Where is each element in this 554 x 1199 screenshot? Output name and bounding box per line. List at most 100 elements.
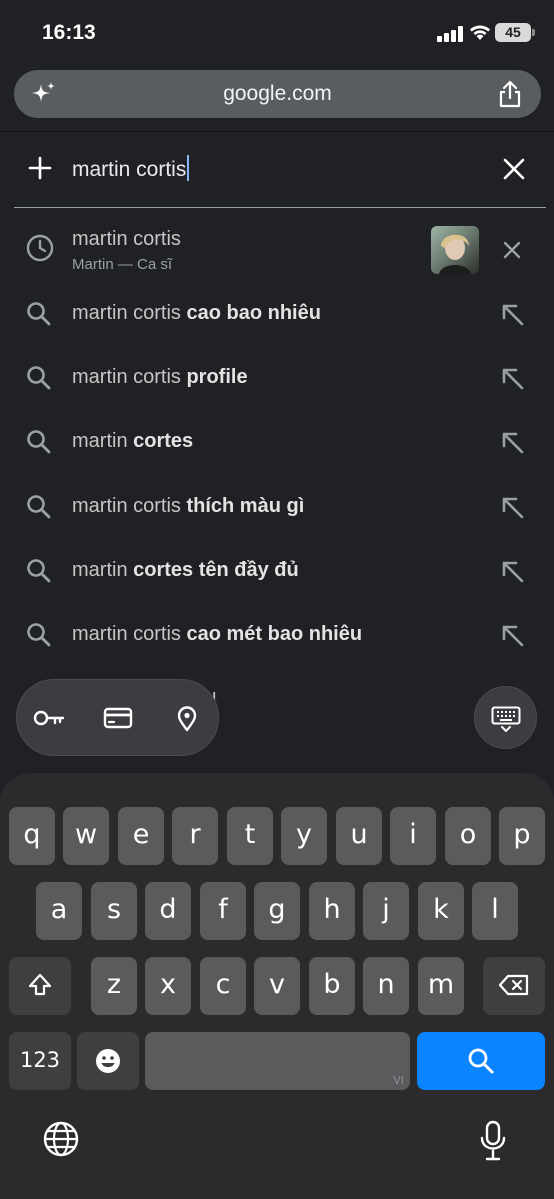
keyboard-language-label: VI bbox=[393, 1074, 404, 1087]
search-query: martin cortis bbox=[72, 158, 187, 181]
key-q[interactable]: q bbox=[9, 807, 55, 865]
key-w[interactable]: w bbox=[63, 807, 109, 865]
space-key[interactable]: VI bbox=[145, 1032, 410, 1090]
credit-card-icon[interactable] bbox=[103, 706, 133, 730]
close-icon[interactable] bbox=[502, 157, 526, 181]
clock-icon bbox=[26, 234, 54, 262]
key-z[interactable]: z bbox=[91, 957, 137, 1015]
fill-query-arrow-icon[interactable] bbox=[500, 430, 526, 456]
suggestion-prefix: martin bbox=[72, 559, 134, 581]
suggestion-text: martin cortis cao mét bao nhiêu bbox=[72, 623, 362, 646]
search-icon bbox=[27, 430, 51, 454]
suggestion-item[interactable]: martin cortis cao mét bao nhiêu bbox=[0, 603, 554, 667]
key-v[interactable]: v bbox=[254, 957, 300, 1015]
suggestion-completion: cao bao nhiêu bbox=[186, 302, 321, 324]
key-l[interactable]: l bbox=[472, 882, 518, 940]
key-m[interactable]: m bbox=[418, 957, 464, 1015]
history-subtitle: Martin — Ca sĩ bbox=[72, 256, 173, 273]
search-icon bbox=[27, 366, 51, 390]
divider bbox=[0, 131, 554, 132]
autofill-bar bbox=[16, 679, 219, 756]
search-icon bbox=[468, 1048, 494, 1074]
key-e[interactable]: e bbox=[118, 807, 164, 865]
search-input[interactable]: martin cortis bbox=[72, 155, 190, 182]
backspace-key[interactable] bbox=[483, 957, 545, 1015]
key-s[interactable]: s bbox=[91, 882, 137, 940]
numbers-key[interactable]: 123 bbox=[9, 1032, 71, 1090]
wifi-icon bbox=[470, 25, 490, 40]
suggestion-item[interactable]: martin cortes tên đầy đủ bbox=[0, 539, 554, 603]
key-n[interactable]: n bbox=[363, 957, 409, 1015]
suggestion-item[interactable]: martin cortis thích màu gì bbox=[0, 475, 554, 539]
suggestion-completion: cortes bbox=[133, 430, 194, 452]
key-c[interactable]: c bbox=[200, 957, 246, 1015]
search-icon bbox=[27, 559, 51, 583]
shift-icon bbox=[28, 973, 52, 996]
suggestion-completion: profile bbox=[186, 366, 248, 388]
suggestion-text: martin cortis cao bao nhiêu bbox=[72, 302, 321, 325]
key-a[interactable]: a bbox=[36, 882, 82, 940]
search-key[interactable] bbox=[417, 1032, 545, 1090]
key-t[interactable]: t bbox=[227, 807, 273, 865]
suggestion-prefix: martin bbox=[72, 430, 134, 452]
key-b[interactable]: b bbox=[309, 957, 355, 1015]
suggestion-item[interactable]: martin cortes bbox=[0, 410, 554, 474]
key-icon[interactable] bbox=[33, 706, 65, 730]
location-pin-icon[interactable] bbox=[175, 706, 199, 732]
input-underline bbox=[14, 207, 546, 208]
key-h[interactable]: h bbox=[309, 882, 355, 940]
suggestion-completion: thích màu gì bbox=[186, 495, 305, 517]
url-text[interactable]: google.com bbox=[14, 82, 541, 106]
key-i[interactable]: i bbox=[390, 807, 436, 865]
search-icon bbox=[27, 495, 51, 519]
suggestion-text: martin cortes bbox=[72, 430, 193, 453]
shift-key[interactable] bbox=[9, 957, 71, 1015]
key-f[interactable]: f bbox=[200, 882, 246, 940]
key-u[interactable]: u bbox=[336, 807, 382, 865]
suggestion-item[interactable]: martin cortis profile bbox=[0, 346, 554, 410]
share-icon[interactable] bbox=[497, 79, 523, 109]
suggestion-item[interactable]: martin cortis cao bao nhiêu bbox=[0, 282, 554, 346]
suggestion-prefix: martin cortis bbox=[72, 366, 187, 388]
suggestion-text: martin cortis thích màu gì bbox=[72, 495, 304, 518]
keyboard-icon bbox=[491, 706, 521, 732]
key-d[interactable]: d bbox=[145, 882, 191, 940]
fill-query-arrow-icon[interactable] bbox=[500, 623, 526, 649]
microphone-icon[interactable] bbox=[478, 1120, 508, 1164]
fill-query-arrow-icon[interactable] bbox=[500, 495, 526, 521]
search-row: martin cortis bbox=[0, 140, 554, 198]
fill-query-arrow-icon[interactable] bbox=[500, 559, 526, 585]
key-g[interactable]: g bbox=[254, 882, 300, 940]
key-k[interactable]: k bbox=[418, 882, 464, 940]
keyboard-toggle-button[interactable] bbox=[474, 686, 537, 749]
suggestion-completion: cao mét bao nhiêu bbox=[186, 623, 363, 645]
suggestion-text: martin cortis profile bbox=[72, 366, 248, 389]
history-title: martin cortis bbox=[72, 228, 181, 250]
key-x[interactable]: x bbox=[145, 957, 191, 1015]
globe-icon[interactable] bbox=[42, 1120, 80, 1158]
suggestion-text: martin cortes tên đầy đủ bbox=[72, 559, 299, 582]
fill-query-arrow-icon[interactable] bbox=[500, 302, 526, 328]
key-y[interactable]: y bbox=[281, 807, 327, 865]
emoji-key[interactable] bbox=[77, 1032, 139, 1090]
battery-icon: 45 bbox=[495, 23, 535, 42]
suggestion-prefix: martin cortis bbox=[72, 623, 187, 645]
key-p[interactable]: p bbox=[499, 807, 545, 865]
backspace-icon bbox=[498, 974, 529, 996]
suggestion-completion: cortes tên đầy đủ bbox=[133, 559, 299, 581]
key-o[interactable]: o bbox=[445, 807, 491, 865]
clock: 16:13 bbox=[42, 21, 96, 44]
remove-icon[interactable] bbox=[503, 241, 521, 259]
url-bar[interactable]: google.com bbox=[14, 70, 541, 118]
plus-icon[interactable] bbox=[26, 154, 54, 182]
cellular-signal-icon bbox=[437, 26, 463, 42]
status-bar: 16:13 45 bbox=[0, 0, 554, 62]
fill-query-arrow-icon[interactable] bbox=[500, 366, 526, 392]
text-caret bbox=[187, 155, 190, 181]
artist-thumbnail bbox=[431, 226, 479, 274]
key-r[interactable]: r bbox=[172, 807, 218, 865]
emoji-icon bbox=[96, 1049, 120, 1073]
key-j[interactable]: j bbox=[363, 882, 409, 940]
suggestion-prefix: martin cortis bbox=[72, 495, 187, 517]
search-icon bbox=[27, 302, 51, 326]
